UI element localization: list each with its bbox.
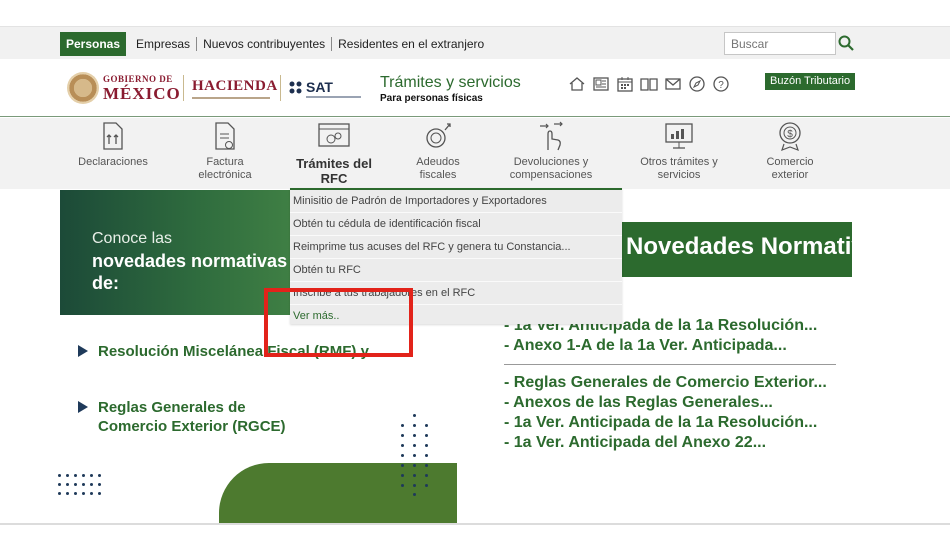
category-label: Otros trámites y servicios (640, 156, 718, 181)
triangle-bullet-icon (78, 401, 88, 413)
gobierno-mexico-logo[interactable]: GOBIERNO DE MÉXICO (67, 72, 181, 104)
help-icon[interactable]: ? (712, 75, 730, 93)
dropdown-item-reimprime[interactable]: Reimprime tus acuses del RFC y genera tu… (290, 236, 622, 259)
declaraciones-icon (103, 122, 123, 150)
category-label: Factura electrónica (198, 156, 252, 181)
header-icons: ? (568, 75, 730, 93)
buzon-tributario-button[interactable]: Buzón Tributario (765, 73, 856, 90)
highlight-box (264, 288, 413, 357)
link-label: Reglas Generales de Comercio Exterior (R… (98, 399, 286, 435)
mexico-label: MÉXICO (103, 84, 181, 103)
adeudos-icon (426, 123, 451, 148)
banner-line-2: novedades normativas de: (92, 251, 288, 293)
category-adeudos-fiscales[interactable]: Adeudos fiscales (404, 120, 472, 182)
compass-icon[interactable] (688, 75, 706, 93)
dropdown-item-cedula[interactable]: Obtén tu cédula de identificación fiscal (290, 213, 622, 236)
gobierno-label: GOBIERNO DE (103, 74, 173, 84)
search-input[interactable] (724, 32, 836, 55)
search-icon[interactable] (837, 34, 855, 52)
banner-line-1: Conoce las (92, 230, 173, 247)
hacienda-tagline (192, 97, 270, 99)
page-bottom-border (0, 523, 950, 525)
nav-empresas[interactable]: Empresas (130, 37, 196, 51)
sat-logo[interactable]: SAT (289, 79, 369, 101)
mexico-seal-icon (67, 72, 99, 104)
logo-divider (183, 75, 184, 101)
link-1a-ver-resolucion[interactable]: - 1a Ver. Anticipada de la 1a Resolución… (504, 413, 827, 433)
calendar-icon[interactable] (616, 75, 634, 93)
category-factura-electronica[interactable]: Factura electrónica (186, 120, 264, 182)
banner-right-title: Novedades Normativas (626, 233, 892, 260)
decorative-dots-center (399, 414, 431, 496)
category-declaraciones[interactable]: Declaraciones (74, 120, 152, 169)
id-card-icon[interactable] (592, 75, 610, 93)
category-label: Declaraciones (78, 156, 148, 168)
page-subtitle: Para personas físicas (380, 93, 483, 104)
mail-icon[interactable] (664, 75, 682, 93)
svg-text:$: $ (787, 129, 793, 140)
book-icon[interactable] (640, 75, 658, 93)
category-comercio-exterior[interactable]: $ Comercio exterior (756, 120, 824, 182)
dropdown-item-obten-rfc[interactable]: Obtén tu RFC (290, 259, 622, 282)
hacienda-logo[interactable]: HACIENDA (192, 78, 278, 95)
audience-nav: Personas Empresas Nuevos contribuyentes … (60, 32, 490, 56)
category-label: Devoluciones y compensaciones (509, 156, 593, 181)
right-links-bottom: - Reglas Generales de Comercio Exterior.… (504, 373, 827, 453)
comercio-icon: $ (779, 122, 801, 152)
category-tramites-rfc[interactable]: Trámites del RFC (292, 120, 376, 186)
nav-residentes-extranjero[interactable]: Residentes en el extranjero (331, 37, 490, 51)
link-anexo-22[interactable]: - 1a Ver. Anticipada del Anexo 22... (504, 433, 827, 453)
category-label: Adeudos fiscales (416, 156, 460, 181)
nav-nuevos-contribuyentes[interactable]: Nuevos contribuyentes (196, 37, 331, 51)
dropdown-item-padron[interactable]: Minisitio de Padrón de Importadores y Ex… (290, 190, 622, 213)
category-label: Trámites del RFC (296, 156, 372, 186)
link-anexo-1a[interactable]: - Anexo 1-A de la 1a Ver. Anticipada... (504, 336, 817, 356)
rfc-icon (318, 123, 350, 147)
sat-dots-icon (289, 81, 302, 94)
site-header: GOBIERNO DE MÉXICO HACIENDA SAT Trámites… (0, 59, 950, 117)
top-navigation-bar: Personas Empresas Nuevos contribuyentes … (0, 26, 950, 59)
link-rgce[interactable]: Reglas Generales de Comercio Exterior (R… (78, 398, 313, 436)
triangle-bullet-icon (78, 345, 88, 357)
factura-icon (215, 122, 235, 150)
link-reglas-generales[interactable]: - Reglas Generales de Comercio Exterior.… (504, 373, 827, 393)
page-title: Trámites y servicios (380, 74, 521, 91)
decorative-dots-left (58, 474, 108, 496)
otros-icon (665, 123, 693, 149)
home-icon[interactable] (568, 75, 586, 93)
sat-tagline (306, 96, 361, 98)
devoluciones-icon (540, 121, 563, 151)
section-divider (504, 364, 836, 365)
link-anexos-reglas[interactable]: - Anexos de las Reglas Generales... (504, 393, 827, 413)
logo-divider-2 (280, 75, 281, 101)
category-menu: Declaraciones Factura electrónica Trámit… (0, 118, 950, 189)
category-label: Comercio exterior (766, 156, 814, 181)
category-devoluciones-compensaciones[interactable]: Devoluciones y compensaciones (505, 120, 597, 182)
sat-label: SAT (306, 79, 333, 95)
nav-personas[interactable]: Personas (60, 32, 127, 56)
novedades-banner-left[interactable]: Conoce las novedades normativas de: (60, 190, 290, 315)
svg-text:?: ? (718, 80, 724, 91)
category-otros-tramites[interactable]: Otros trámites y servicios (636, 120, 722, 182)
